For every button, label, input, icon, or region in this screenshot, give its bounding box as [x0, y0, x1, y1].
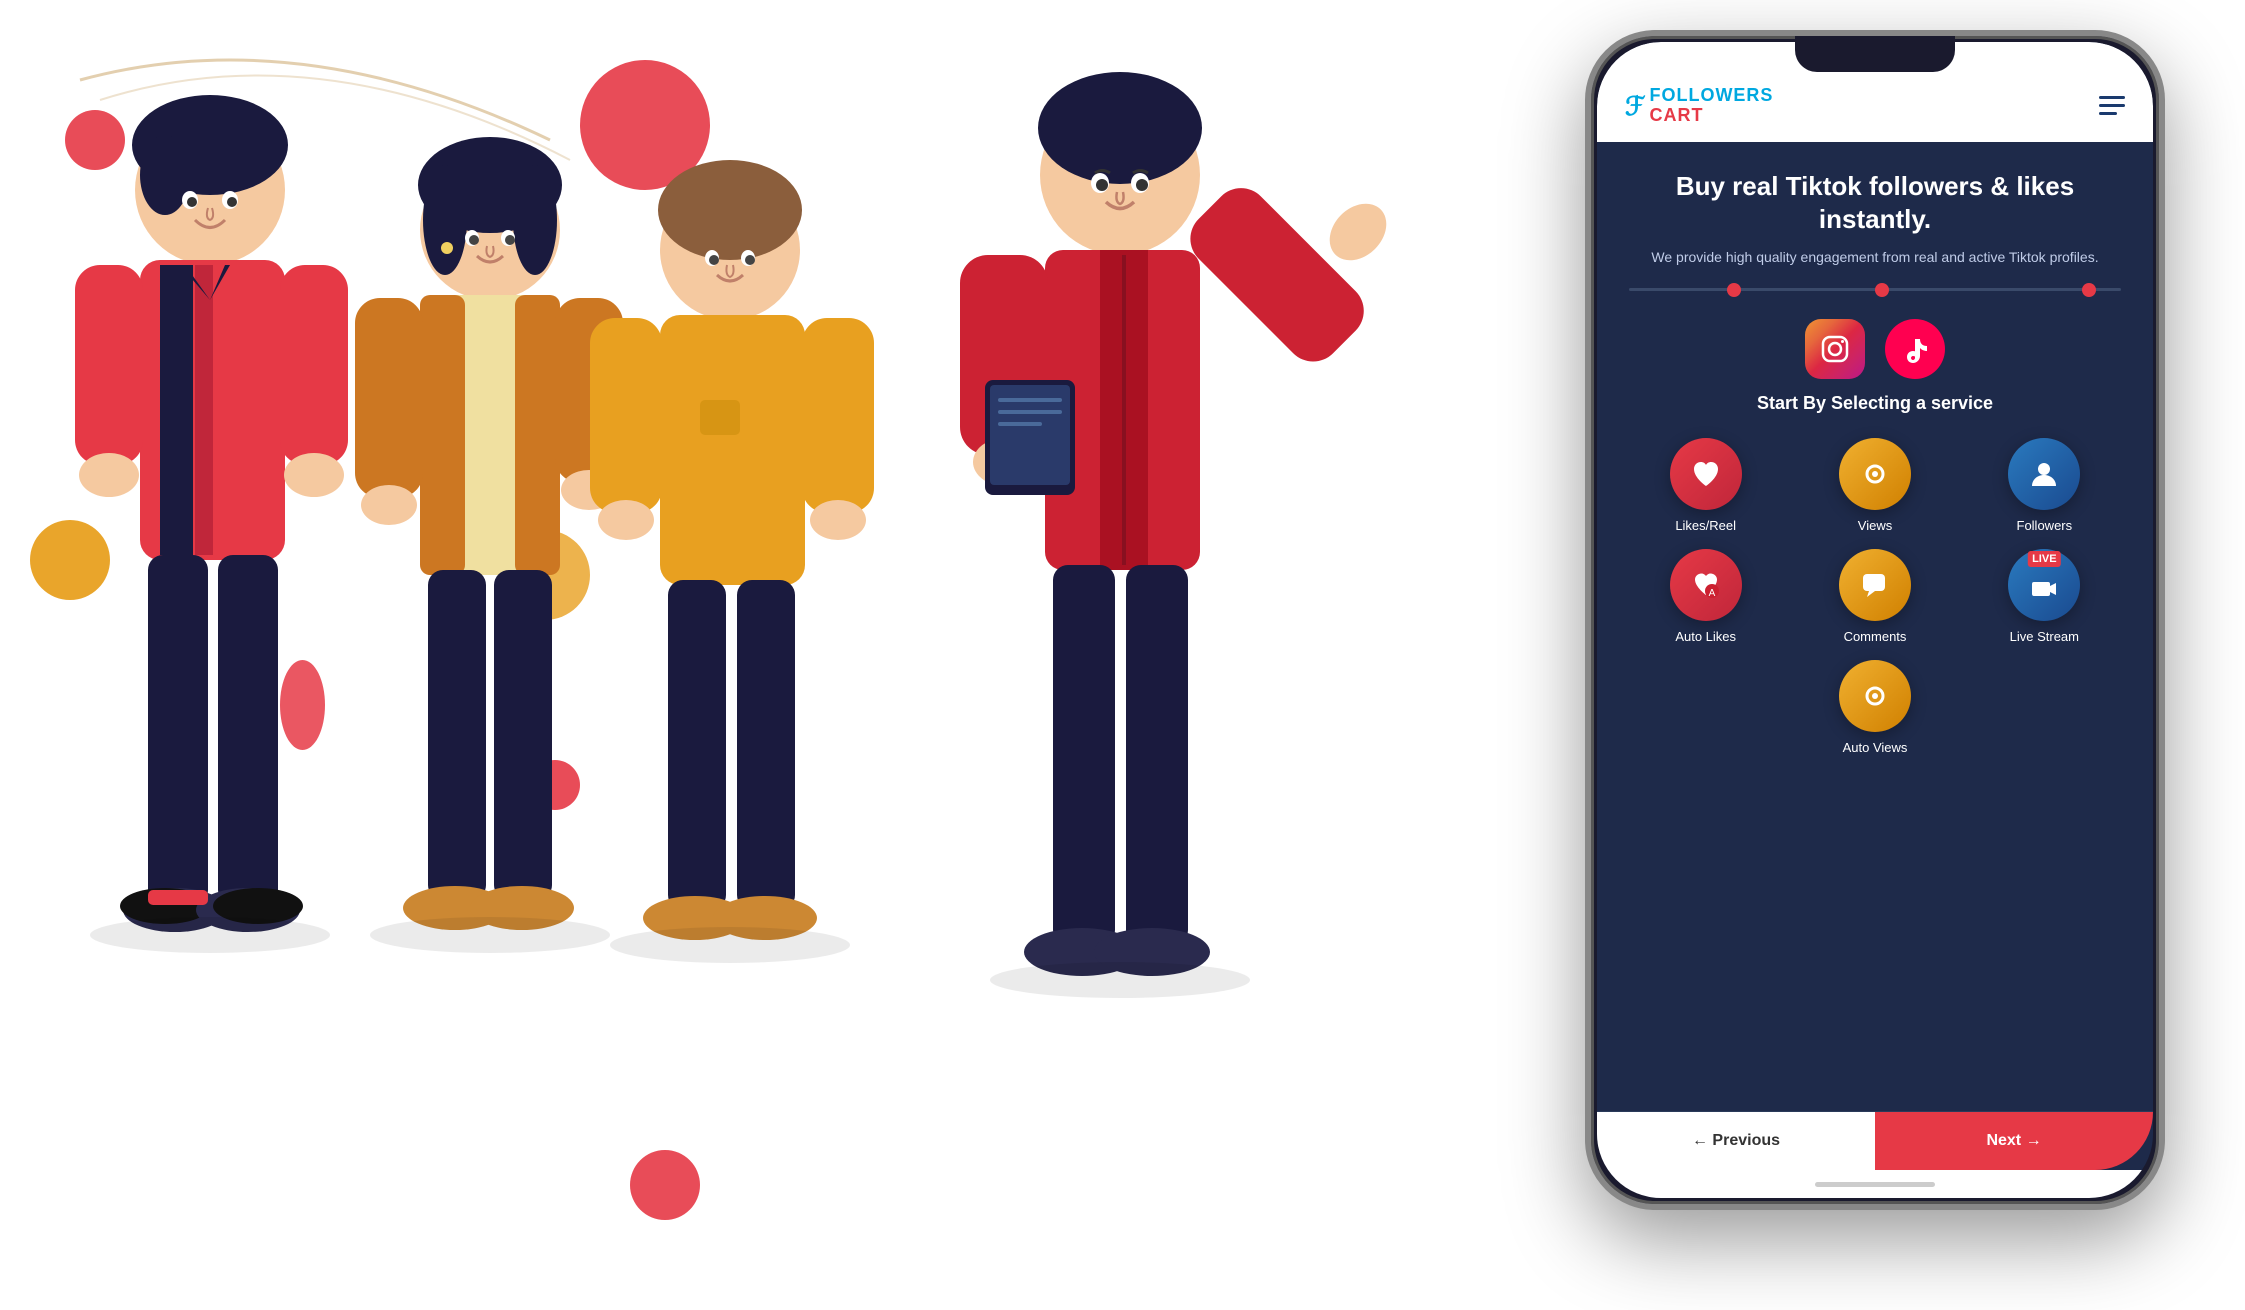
next-button[interactable]: Next → [1875, 1112, 2153, 1170]
likes-label: Likes/Reel [1675, 518, 1736, 533]
hamburger-line-3 [2099, 112, 2117, 115]
service-item-auto-likes[interactable]: A Auto Likes [1629, 549, 1782, 644]
logo-followers-text: FOLLOWERS [1649, 86, 1773, 106]
auto-views-label: Auto Views [1843, 740, 1908, 755]
progress-slider[interactable] [1629, 288, 2121, 291]
views-icon-circle [1839, 438, 1911, 510]
phone-outer: ℱ FOLLOWERS CART Buy real Tiktok fo [1585, 30, 2165, 1210]
phone-content: Buy real Tiktok followers & likes instan… [1597, 142, 2153, 1111]
illustration-figures [0, 0, 1650, 1310]
service-item-views[interactable]: Views [1798, 438, 1951, 533]
hamburger-menu[interactable] [2099, 96, 2125, 115]
tiktok-button[interactable] [1885, 319, 1945, 379]
logo-text: FOLLOWERS CART [1649, 86, 1773, 126]
likes-icon-circle [1670, 438, 1742, 510]
comments-icon-circle [1839, 549, 1911, 621]
comments-label: Comments [1844, 629, 1907, 644]
service-grid-bottom: Auto Views [1629, 660, 2121, 755]
auto-likes-label: Auto Likes [1675, 629, 1736, 644]
home-indicator [1815, 1182, 1935, 1187]
service-item-live-stream[interactable]: LIVE Live Stream [1968, 549, 2121, 644]
subheadline: We provide high quality engagement from … [1651, 247, 2098, 268]
service-item-followers[interactable]: Followers [1968, 438, 2121, 533]
slider-dot-2 [1875, 283, 1889, 297]
live-stream-label: Live Stream [2010, 629, 2079, 644]
logo-cart-text: CART [1649, 106, 1773, 126]
hamburger-line-1 [2099, 96, 2125, 99]
service-grid: Likes/Reel Views [1629, 438, 2121, 644]
instagram-button[interactable] [1805, 319, 1865, 379]
auto-views-icon-circle [1839, 660, 1911, 732]
headline: Buy real Tiktok followers & likes instan… [1629, 170, 2121, 238]
phone-footer: ← Previous Next → [1597, 1111, 2153, 1170]
previous-button[interactable]: ← Previous [1597, 1112, 1875, 1170]
logo: ℱ FOLLOWERS CART [1625, 86, 1773, 126]
select-service-label: Start By Selecting a service [1757, 393, 1993, 414]
social-platform-row [1805, 319, 1945, 379]
followers-label: Followers [2017, 518, 2073, 533]
followers-icon-circle [2008, 438, 2080, 510]
slider-dot-3 [2082, 283, 2096, 297]
svg-text:A: A [1708, 588, 1715, 599]
scene: ℱ FOLLOWERS CART Buy real Tiktok fo [0, 0, 2245, 1310]
service-item-comments[interactable]: Comments [1798, 549, 1951, 644]
auto-likes-icon-circle: A [1670, 549, 1742, 621]
service-item-likes[interactable]: Likes/Reel [1629, 438, 1782, 533]
live-badge: LIVE [2028, 551, 2060, 567]
phone-bottom-bar [1597, 1170, 2153, 1198]
views-label: Views [1858, 518, 1892, 533]
live-stream-icon-circle: LIVE [2008, 549, 2080, 621]
service-item-auto-views[interactable]: Auto Views [1839, 660, 1911, 755]
phone-screen: ℱ FOLLOWERS CART Buy real Tiktok fo [1597, 42, 2153, 1198]
phone-mockup: ℱ FOLLOWERS CART Buy real Tiktok fo [1585, 30, 2165, 1210]
logo-icon: ℱ [1625, 93, 1645, 119]
hamburger-line-2 [2099, 104, 2125, 107]
slider-dot-1 [1727, 283, 1741, 297]
phone-notch [1795, 36, 1955, 72]
slider-track [1629, 288, 2121, 291]
